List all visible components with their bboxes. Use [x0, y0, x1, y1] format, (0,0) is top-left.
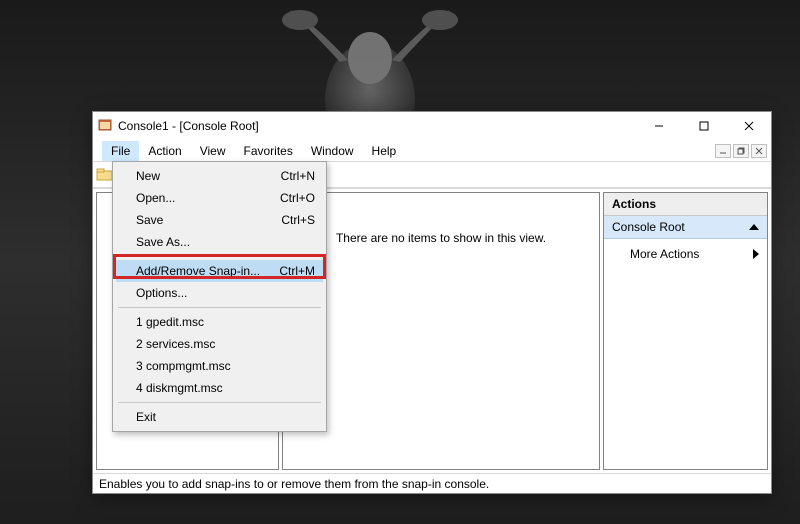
statusbar-text: Enables you to add snap-ins to or remove…: [99, 477, 489, 491]
menu-item-shortcut: Ctrl+O: [280, 191, 315, 205]
empty-list-text: There are no items to show in this view.: [336, 231, 546, 469]
maximize-button[interactable]: [681, 112, 726, 140]
menu-item-label: Open...: [136, 191, 175, 205]
more-actions-label: More Actions: [630, 247, 699, 261]
mdi-controls: [715, 144, 771, 158]
window-controls: [636, 112, 771, 140]
app-icon: [97, 118, 113, 134]
menu-item-label: New: [136, 169, 160, 183]
menu-item-recent-3[interactable]: 3 compmgmt.msc: [116, 355, 323, 377]
menu-item-label: Save: [136, 213, 163, 227]
menu-item-recent-4[interactable]: 4 diskmgmt.msc: [116, 377, 323, 399]
menu-item-shortcut: Ctrl+N: [281, 169, 315, 183]
actions-pane: Actions Console Root More Actions: [603, 192, 768, 470]
menu-favorites[interactable]: Favorites: [235, 141, 302, 161]
menu-view[interactable]: View: [191, 141, 235, 161]
menu-item-label: 4 diskmgmt.msc: [136, 381, 223, 395]
menu-item-exit[interactable]: Exit: [116, 406, 323, 428]
menu-item-label: Options...: [136, 286, 187, 300]
mdi-minimize-button[interactable]: [715, 144, 731, 158]
titlebar: Console1 - [Console Root]: [93, 112, 771, 140]
menu-item-recent-1[interactable]: 1 gpedit.msc: [116, 311, 323, 333]
file-dropdown: New Ctrl+N Open... Ctrl+O Save Ctrl+S Sa…: [112, 161, 327, 432]
menu-file[interactable]: File: [102, 141, 139, 161]
menu-item-label: Add/Remove Snap-in...: [136, 264, 260, 278]
menu-item-shortcut: Ctrl+M: [279, 264, 315, 278]
menu-item-save[interactable]: Save Ctrl+S: [116, 209, 323, 231]
menu-item-recent-2[interactable]: 2 services.msc: [116, 333, 323, 355]
menu-item-new[interactable]: New Ctrl+N: [116, 165, 323, 187]
close-button[interactable]: [726, 112, 771, 140]
menu-item-save-as[interactable]: Save As...: [116, 231, 323, 253]
actions-header: Actions: [604, 193, 767, 216]
submenu-arrow-icon: [753, 249, 759, 259]
menu-item-label: Exit: [136, 410, 156, 424]
menu-item-open[interactable]: Open... Ctrl+O: [116, 187, 323, 209]
collapse-icon: [749, 224, 759, 230]
statusbar: Enables you to add snap-ins to or remove…: [93, 473, 771, 493]
menu-item-label: 1 gpedit.msc: [136, 315, 204, 329]
menu-separator: [118, 256, 321, 257]
menu-window[interactable]: Window: [302, 141, 363, 161]
menu-item-options[interactable]: Options...: [116, 282, 323, 304]
menu-item-label: Save As...: [136, 235, 190, 249]
more-actions-item[interactable]: More Actions: [604, 239, 767, 269]
menu-item-label: 3 compmgmt.msc: [136, 359, 231, 373]
menu-separator: [118, 402, 321, 403]
menu-help[interactable]: Help: [363, 141, 406, 161]
minimize-button[interactable]: [636, 112, 681, 140]
menu-action[interactable]: Action: [139, 141, 190, 161]
menubar: File Action View Favorites Window Help: [93, 140, 771, 162]
menu-item-add-remove-snapin[interactable]: Add/Remove Snap-in... Ctrl+M: [116, 260, 323, 282]
menu-item-shortcut: Ctrl+S: [281, 213, 315, 227]
mdi-close-button[interactable]: [751, 144, 767, 158]
window-title: Console1 - [Console Root]: [118, 119, 636, 133]
list-pane[interactable]: There are no items to show in this view.: [282, 192, 600, 470]
menu-separator: [118, 307, 321, 308]
actions-subheader[interactable]: Console Root: [604, 216, 767, 239]
menu-item-label: 2 services.msc: [136, 337, 215, 351]
mdi-restore-button[interactable]: [733, 144, 749, 158]
actions-subheader-label: Console Root: [612, 220, 685, 234]
